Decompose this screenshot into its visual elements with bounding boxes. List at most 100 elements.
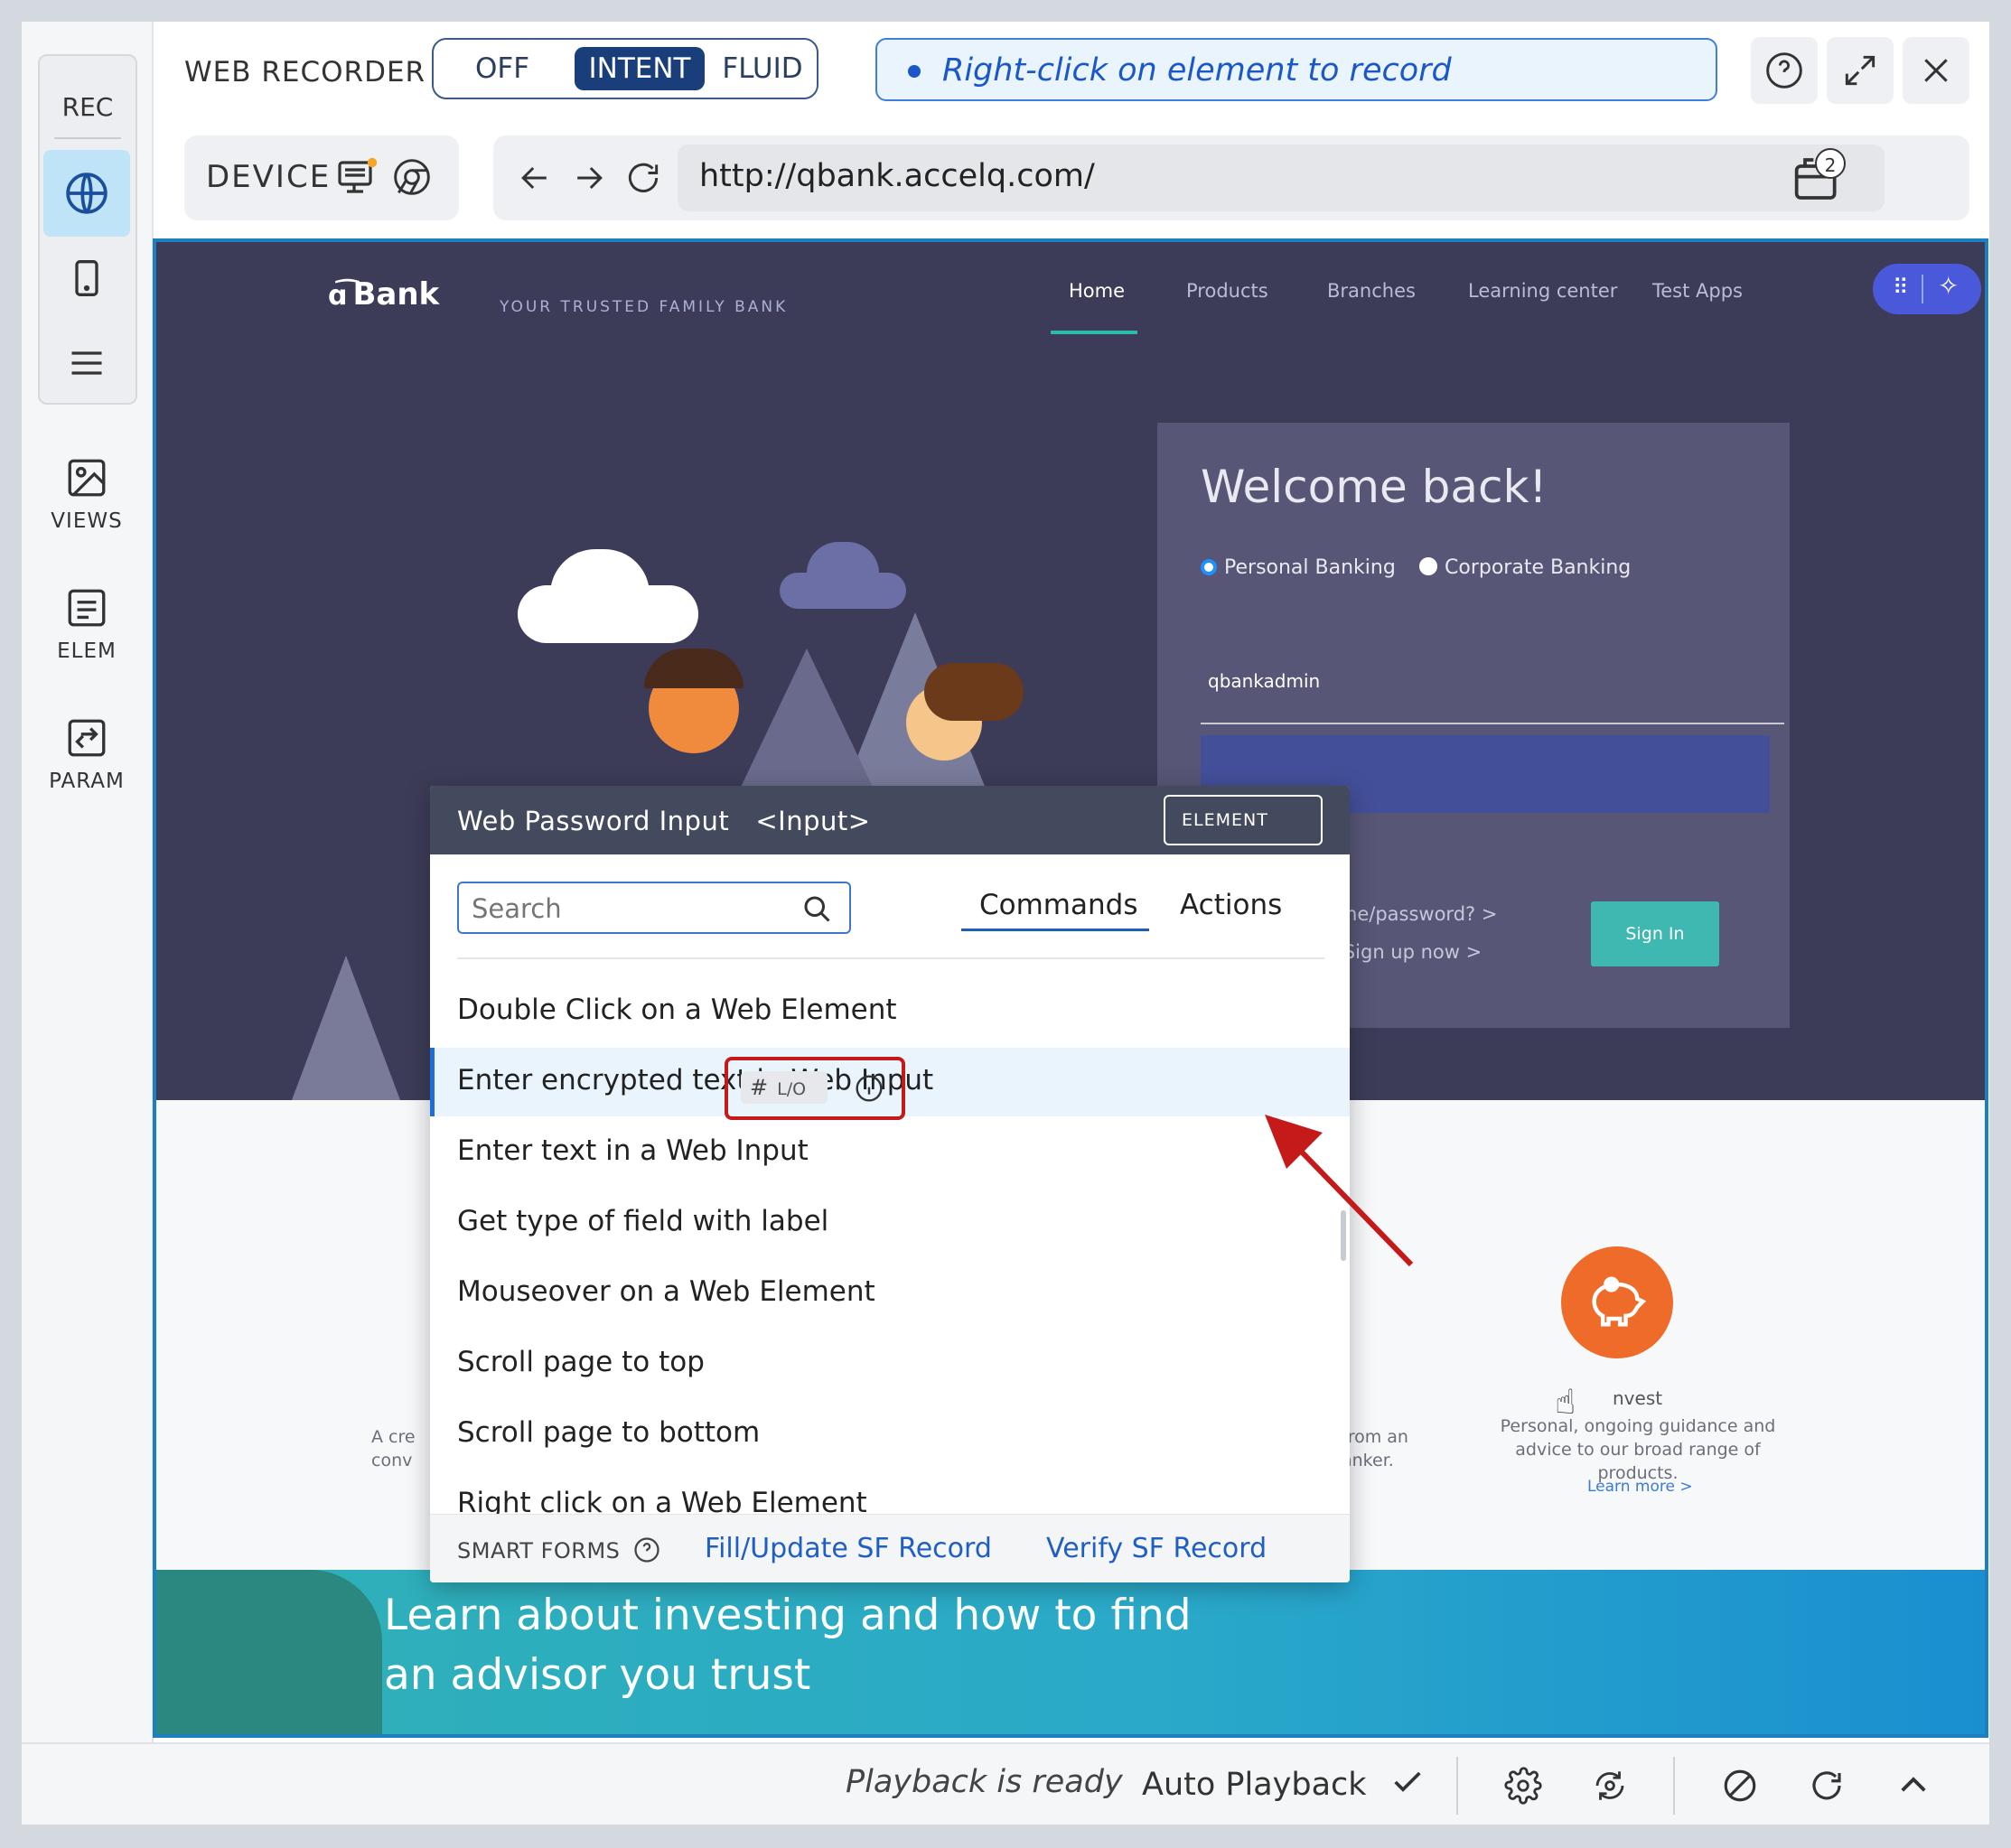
camera-rotate-button[interactable]	[1585, 1760, 1635, 1811]
element-menu-button[interactable]: ELEMENT •••	[1164, 795, 1323, 878]
status-bar: Playback is ready Auto Playback	[22, 1742, 1989, 1825]
command-label: Right click on a Web Element	[457, 1487, 867, 1514]
refresh-button[interactable]	[1801, 1760, 1852, 1811]
forward-icon[interactable]	[569, 158, 609, 198]
settings-icon	[1504, 1767, 1542, 1805]
reload-icon[interactable]	[623, 158, 663, 198]
hint-text: Right-click on element to record	[942, 52, 1452, 89]
radio-corporate-label: Corporate Banking	[1445, 556, 1632, 579]
command-item[interactable]: Scroll page to bottom	[430, 1400, 1350, 1469]
command-label: Double Click on a Web Element	[457, 994, 897, 1026]
radio-dot-selected	[1201, 559, 1217, 575]
tab-commands[interactable]: Commands	[979, 889, 1137, 921]
magic-icon[interactable]: ✧	[1938, 271, 1959, 301]
tab-actions[interactable]: Actions	[1180, 889, 1282, 921]
nav-learning-center[interactable]: Learning center	[1468, 280, 1617, 302]
collapse-button[interactable]	[1888, 1760, 1939, 1811]
menu-button[interactable]	[43, 320, 130, 406]
character-hair	[924, 663, 1024, 721]
desktop-icon[interactable]	[336, 155, 379, 199]
fill-update-sf-record-link[interactable]: Fill/Update SF Record	[705, 1533, 992, 1564]
mode-off[interactable]: OFF	[459, 47, 546, 90]
popup-title: Web Password Input <Input>	[457, 806, 871, 836]
views-button[interactable]: VIEWS	[22, 455, 152, 533]
drag-handle-icon[interactable]: ⠿	[1893, 275, 1909, 300]
command-item[interactable]: Get type of field with label	[430, 1189, 1350, 1257]
auto-playback-label: Auto Playback	[1142, 1767, 1367, 1803]
piggy-bank-icon	[1561, 1246, 1673, 1358]
nav-home[interactable]: Home	[1069, 280, 1125, 302]
url-field[interactable]: http://qbank.accelq.com/	[678, 145, 1885, 211]
auto-playback-toggle[interactable]: Auto Playback	[1142, 1764, 1426, 1803]
username-input[interactable]: qbankadmin	[1208, 670, 1320, 692]
banner-line-2: an advisor you trust	[384, 1650, 811, 1700]
invest-heading: nvest	[1613, 1387, 1663, 1409]
expand-icon	[1845, 55, 1875, 86]
search-input[interactable]	[470, 891, 781, 927]
signin-button[interactable]: Sign In	[1591, 901, 1719, 966]
disable-icon	[1724, 1769, 1756, 1802]
command-item[interactable]: Scroll page to top	[430, 1330, 1350, 1398]
learn-more-link[interactable]: Learn more >	[1587, 1478, 1693, 1496]
nav-products[interactable]: Products	[1186, 280, 1268, 302]
signup-link[interactable]: ? Sign up now >	[1327, 941, 1482, 963]
expand-button[interactable]	[1827, 37, 1894, 104]
close-button[interactable]	[1903, 37, 1969, 104]
check-icon	[1394, 1771, 1421, 1792]
elem-button[interactable]: ELEM	[22, 585, 152, 663]
command-item[interactable]: Double Click on a Web Element	[430, 977, 1350, 1046]
command-item[interactable]: Right click on a Web Element	[430, 1470, 1350, 1514]
command-search[interactable]	[457, 882, 851, 934]
mode-panel: REC	[38, 54, 137, 405]
mode-fluid[interactable]: FLUID	[719, 47, 806, 90]
io-chip-label: L/O	[777, 1079, 807, 1099]
smart-forms-text: SMART FORMS	[457, 1538, 621, 1563]
command-item[interactable]: Mouseover on a Web Element	[430, 1259, 1350, 1328]
views-label: VIEWS	[51, 509, 123, 533]
playback-status: Playback is ready	[846, 1764, 1123, 1800]
command-item[interactable]: Enter text in a Web Input	[430, 1118, 1350, 1187]
recorder-floating-pill[interactable]: ⠿ ✧	[1873, 264, 1981, 314]
back-icon[interactable]	[515, 158, 555, 198]
cloud-shape	[550, 549, 650, 639]
settings-button[interactable]	[1498, 1760, 1548, 1811]
element-icon	[68, 589, 106, 627]
nav-test-apps[interactable]: Test Apps	[1652, 280, 1743, 302]
mobile-icon	[75, 260, 98, 296]
help-icon[interactable]	[633, 1536, 660, 1563]
verify-sf-record-link[interactable]: Verify SF Record	[1046, 1533, 1267, 1564]
web-mode-button[interactable]	[43, 150, 130, 237]
nav-branches[interactable]: Branches	[1327, 280, 1416, 302]
command-label: Mouseover on a Web Element	[457, 1275, 875, 1308]
io-chip[interactable]: # L/O	[741, 1071, 828, 1104]
param-button[interactable]: PARAM	[22, 715, 152, 793]
camera-rotate-icon	[1595, 1771, 1624, 1800]
device-label: DEVICE	[206, 159, 332, 195]
disable-button[interactable]	[1715, 1760, 1765, 1811]
site-logo[interactable]: ɑ͡ Bank	[328, 276, 439, 313]
info-icon[interactable]	[855, 1074, 884, 1103]
radio-personal[interactable]: Personal Banking	[1201, 556, 1396, 579]
tabs-count-badge: 2	[1815, 148, 1846, 179]
radio-personal-label: Personal Banking	[1224, 556, 1396, 579]
element-name: Web Password Input	[457, 806, 730, 836]
forgot-link[interactable]: ame/password? >	[1327, 903, 1497, 925]
refresh-icon	[1812, 1771, 1841, 1800]
help-button[interactable]	[1751, 37, 1818, 104]
chevron-up-icon	[1901, 1777, 1926, 1792]
globe-icon	[66, 173, 108, 214]
radio-corporate[interactable]: Corporate Banking	[1419, 556, 1631, 579]
command-label: Enter text in a Web Input	[457, 1134, 809, 1167]
active-tab-underline	[961, 929, 1149, 931]
cloud-shape	[807, 542, 879, 605]
invest-description: Personal, ongoing guidance and advice to…	[1500, 1416, 1776, 1483]
image-icon	[68, 459, 106, 497]
smart-forms-bar: SMART FORMS Fill/Update SF Record Verify…	[430, 1514, 1350, 1582]
mobile-mode-button[interactable]	[43, 235, 130, 322]
more-dots-icon: •••	[1191, 855, 1229, 878]
chrome-icon[interactable]	[392, 157, 432, 197]
device-selector: DEVICE	[184, 135, 459, 220]
mode-intent[interactable]: INTENT	[575, 47, 705, 90]
mode-switch: OFF INTENT FLUID	[432, 38, 818, 99]
search-icon[interactable]	[800, 892, 833, 925]
